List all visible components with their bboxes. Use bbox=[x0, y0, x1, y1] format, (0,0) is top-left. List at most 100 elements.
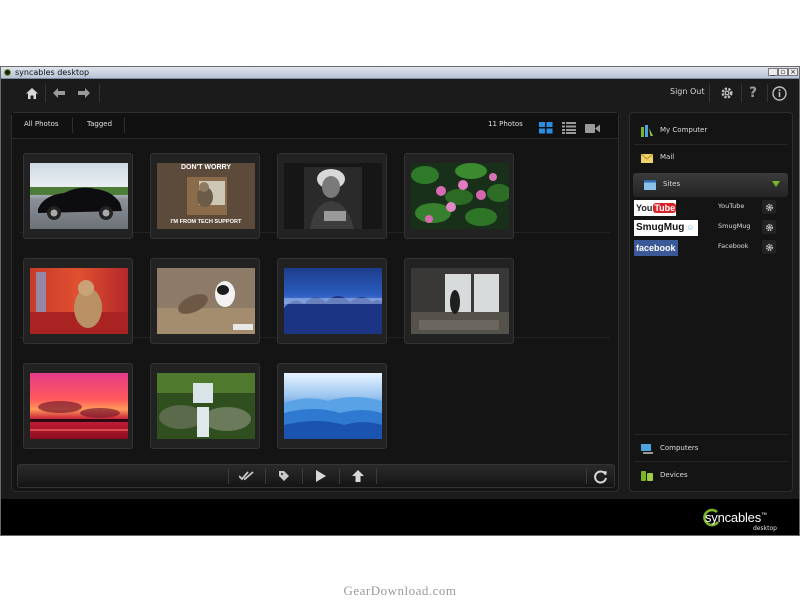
grid-view-icon bbox=[539, 122, 553, 134]
sync-button[interactable] bbox=[588, 467, 612, 485]
sidebar-item-my-computer[interactable]: My Computer bbox=[630, 119, 792, 143]
select-all-button[interactable] bbox=[232, 467, 262, 485]
video-camera-icon bbox=[585, 124, 600, 133]
list-view-icon bbox=[562, 122, 576, 134]
sync-icon bbox=[593, 470, 607, 483]
gear-icon bbox=[765, 203, 773, 211]
title-bar: syncables desktop _ ▫ × bbox=[1, 67, 799, 79]
photo-image bbox=[284, 373, 382, 439]
photo-thumbnail[interactable] bbox=[150, 363, 260, 449]
photo-image bbox=[411, 268, 509, 334]
video-view-button[interactable] bbox=[585, 119, 600, 133]
upload-arrow-icon bbox=[352, 470, 364, 482]
photo-thumbnail[interactable] bbox=[23, 258, 133, 344]
home-button[interactable] bbox=[21, 82, 43, 104]
sidebar-item-label: Sites bbox=[663, 180, 681, 188]
settings-button[interactable] bbox=[716, 82, 738, 104]
sidebar: My Computer Mail Sites You Tube YouTube S… bbox=[629, 112, 793, 492]
photo-image bbox=[157, 268, 255, 334]
photo-tabs: All Photos Tagged 11 Photos bbox=[12, 113, 618, 139]
photo-image bbox=[30, 163, 128, 229]
info-button[interactable] bbox=[768, 82, 790, 104]
play-icon bbox=[316, 470, 326, 482]
site-name: SmugMug bbox=[718, 222, 751, 230]
sites-icon bbox=[644, 180, 656, 190]
tab-all-photos[interactable]: All Photos bbox=[24, 120, 59, 128]
sidebar-item-label: Mail bbox=[660, 153, 675, 161]
bottom-toolbar bbox=[17, 464, 615, 488]
sidebar-item-mail[interactable]: Mail bbox=[630, 146, 792, 170]
sidebar-item-devices[interactable]: Devices bbox=[630, 464, 792, 488]
photo-thumbnail[interactable] bbox=[23, 363, 133, 449]
sidebar-item-computers[interactable]: Computers bbox=[630, 437, 792, 461]
upload-button[interactable] bbox=[343, 467, 373, 485]
photo-thumbnail[interactable] bbox=[23, 153, 133, 239]
forward-button[interactable] bbox=[73, 82, 95, 104]
my-computer-icon bbox=[641, 125, 653, 137]
top-toolbar: Sign Out ? bbox=[11, 80, 791, 106]
meme-caption-top: DON'T WORRY bbox=[180, 164, 231, 171]
site-item-facebook[interactable]: facebook Facebook bbox=[634, 240, 788, 258]
tab-tagged[interactable]: Tagged bbox=[87, 120, 112, 128]
sidebar-item-sites[interactable]: Sites bbox=[633, 173, 788, 197]
gear-icon bbox=[721, 87, 733, 99]
forward-arrow-icon bbox=[78, 88, 90, 98]
photo-image bbox=[411, 163, 511, 229]
back-button[interactable] bbox=[48, 82, 70, 104]
site-name: Facebook bbox=[718, 242, 749, 250]
photo-thumbnail[interactable] bbox=[404, 153, 514, 239]
tag-icon bbox=[279, 471, 289, 481]
window-title: syncables desktop bbox=[15, 68, 90, 77]
watermark: GearDownload.com bbox=[343, 583, 457, 598]
site-settings-button[interactable] bbox=[762, 240, 776, 254]
app-window: syncables desktop _ ▫ × Sign Out ? All P… bbox=[0, 66, 800, 536]
photo-image: DON'T WORRY I'M FROM TECH SUPPORT bbox=[157, 163, 255, 229]
back-arrow-icon bbox=[53, 88, 65, 98]
info-icon bbox=[771, 85, 787, 101]
sign-out-link[interactable]: Sign Out bbox=[670, 87, 705, 96]
site-settings-button[interactable] bbox=[762, 220, 776, 234]
photo-image bbox=[30, 268, 128, 334]
gear-icon bbox=[765, 243, 773, 251]
grid-view-button[interactable] bbox=[539, 119, 553, 134]
close-button[interactable]: × bbox=[788, 68, 798, 76]
photo-image bbox=[157, 373, 255, 439]
photo-count: 11 Photos bbox=[488, 120, 523, 128]
site-item-smugmug[interactable]: SmugMug ☺ SmugMug bbox=[634, 220, 788, 238]
photo-image bbox=[284, 268, 382, 334]
photo-image bbox=[284, 163, 382, 229]
meme-caption-bottom: I'M FROM TECH SUPPORT bbox=[170, 219, 242, 225]
site-item-youtube[interactable]: You Tube YouTube bbox=[634, 200, 788, 218]
brand-name: syncables™ bbox=[705, 510, 767, 525]
youtube-logo: You Tube bbox=[634, 200, 677, 216]
help-button[interactable]: ? bbox=[742, 82, 764, 104]
photo-thumbnail[interactable] bbox=[404, 258, 514, 344]
tag-button[interactable] bbox=[269, 467, 299, 485]
photo-thumbnail[interactable] bbox=[277, 258, 387, 344]
photo-thumbnail[interactable]: DON'T WORRY I'M FROM TECH SUPPORT bbox=[150, 153, 260, 239]
facebook-logo: facebook bbox=[634, 240, 678, 256]
status-bar bbox=[1, 499, 799, 535]
site-settings-button[interactable] bbox=[762, 200, 776, 214]
restore-button[interactable]: ▫ bbox=[778, 68, 788, 76]
sidebar-item-label: Computers bbox=[660, 444, 699, 452]
photo-grid: DON'T WORRY I'M FROM TECH SUPPORT bbox=[12, 139, 618, 457]
gear-icon bbox=[765, 223, 773, 231]
photo-thumbnail[interactable] bbox=[277, 363, 387, 449]
photo-thumbnail[interactable] bbox=[277, 153, 387, 239]
site-name: YouTube bbox=[718, 202, 745, 210]
list-view-button[interactable] bbox=[562, 119, 576, 134]
brand-subtitle: desktop bbox=[753, 525, 777, 532]
app-icon bbox=[4, 69, 11, 76]
minimize-button[interactable]: _ bbox=[768, 68, 778, 76]
smugmug-logo: SmugMug ☺ bbox=[634, 220, 698, 236]
photo-thumbnail[interactable] bbox=[150, 258, 260, 344]
chevron-down-icon bbox=[772, 181, 780, 187]
sidebar-item-label: Devices bbox=[660, 471, 688, 479]
double-check-icon bbox=[239, 471, 254, 481]
question-icon: ? bbox=[748, 85, 758, 101]
home-icon bbox=[26, 87, 38, 99]
play-button[interactable] bbox=[306, 467, 336, 485]
mail-icon bbox=[640, 153, 654, 163]
computers-icon bbox=[641, 444, 653, 454]
